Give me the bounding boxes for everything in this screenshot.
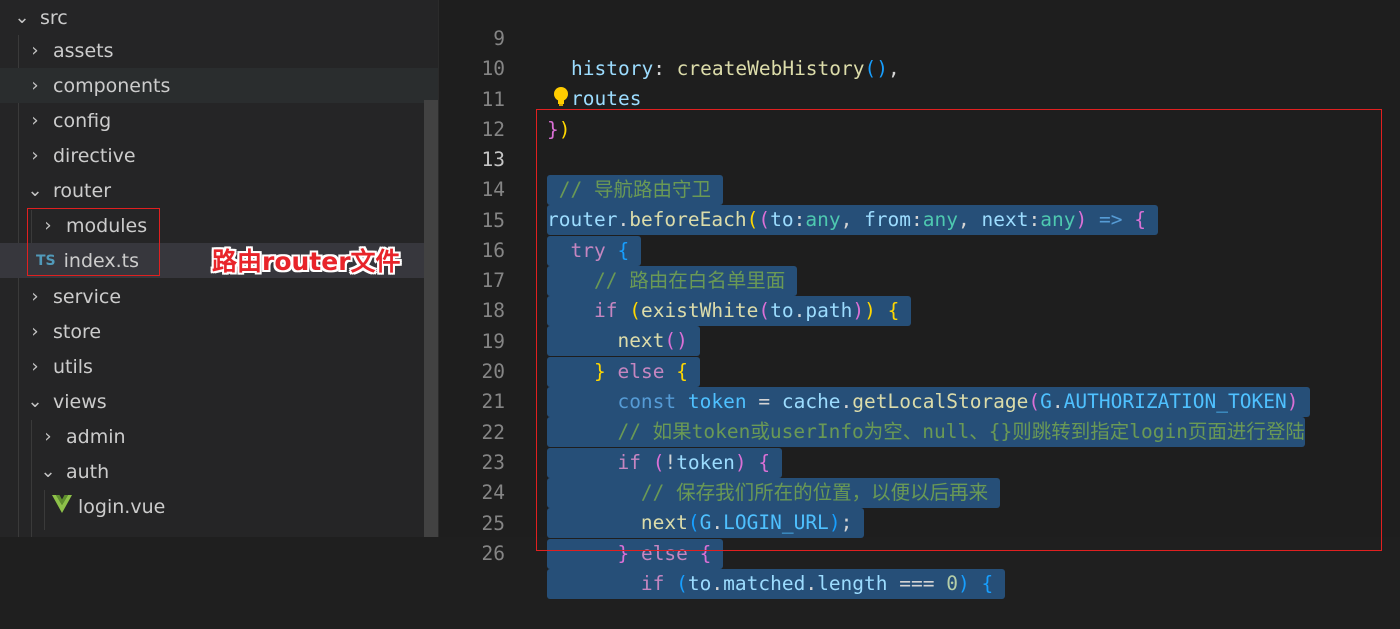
code-line: 11 }) bbox=[439, 55, 1400, 141]
tree-folder-router[interactable]: ⌄ router bbox=[0, 173, 438, 208]
chevron-down-icon: ⌄ bbox=[27, 391, 43, 412]
tree-label: auth bbox=[66, 460, 110, 483]
chevron-right-icon: › bbox=[40, 531, 56, 537]
chevron-down-icon: ⌄ bbox=[14, 7, 30, 28]
tree-label: login.vue bbox=[78, 495, 166, 518]
tree-folder-auth[interactable]: ⌄ auth bbox=[0, 454, 438, 489]
vue-file-icon bbox=[52, 495, 72, 518]
chevron-right-icon: › bbox=[31, 286, 39, 307]
tree-label: src bbox=[40, 6, 68, 29]
tree-label: views bbox=[53, 390, 107, 413]
tree-file-login-vue[interactable]: login.vue bbox=[0, 489, 438, 524]
annotation-label: 路由router文件 bbox=[212, 247, 401, 276]
tree-folder-config[interactable]: › config bbox=[0, 103, 438, 138]
code-line: 10 routes bbox=[439, 24, 1400, 110]
chevron-down-icon: ⌄ bbox=[40, 461, 56, 482]
chevron-right-icon: › bbox=[31, 321, 39, 342]
code-text: if (to.matched.length === 0) { bbox=[547, 569, 1005, 599]
highlight-box-route-guard bbox=[536, 109, 1382, 551]
explorer-scrollbar[interactable] bbox=[424, 100, 438, 537]
tree-label: components bbox=[53, 74, 171, 97]
tree-label: directive bbox=[53, 144, 136, 167]
tree-label: admin bbox=[66, 425, 126, 448]
tree-label: utils bbox=[53, 355, 93, 378]
tree-folder-store[interactable]: › store bbox=[0, 314, 438, 349]
code-line: 9 history: createWebHistory(), bbox=[439, 0, 1400, 80]
tree-label: store bbox=[53, 320, 102, 343]
tree-label: router bbox=[53, 179, 112, 202]
tree-folder-assets[interactable]: › assets bbox=[0, 33, 438, 68]
chevron-right-icon: › bbox=[31, 110, 39, 131]
tree-folder-service[interactable]: › service bbox=[0, 279, 438, 314]
tree-folder-components[interactable]: › components bbox=[0, 68, 438, 103]
highlight-box-router-files bbox=[27, 208, 160, 276]
chevron-right-icon: › bbox=[31, 356, 39, 377]
tree-folder-views[interactable]: ⌄ views bbox=[0, 384, 438, 419]
tree-folder-utils[interactable]: › utils bbox=[0, 349, 438, 384]
chevron-right-icon: › bbox=[31, 145, 39, 166]
tree-label: config bbox=[53, 109, 112, 132]
chevron-right-icon: › bbox=[44, 426, 52, 447]
tree-folder-directive[interactable]: › directive bbox=[0, 138, 438, 173]
chevron-down-icon: ⌄ bbox=[27, 180, 43, 201]
chevron-right-icon: › bbox=[31, 40, 39, 61]
tree-folder-admin[interactable]: › admin bbox=[0, 419, 438, 454]
tree-label: assets bbox=[53, 39, 114, 62]
tree-folder-partial[interactable]: › bbox=[0, 524, 438, 537]
chevron-right-icon: › bbox=[31, 75, 39, 96]
line-number: 26 bbox=[481, 542, 505, 565]
tree-label: service bbox=[53, 285, 122, 308]
tree-folder-src[interactable]: ⌄ src bbox=[0, 0, 438, 35]
